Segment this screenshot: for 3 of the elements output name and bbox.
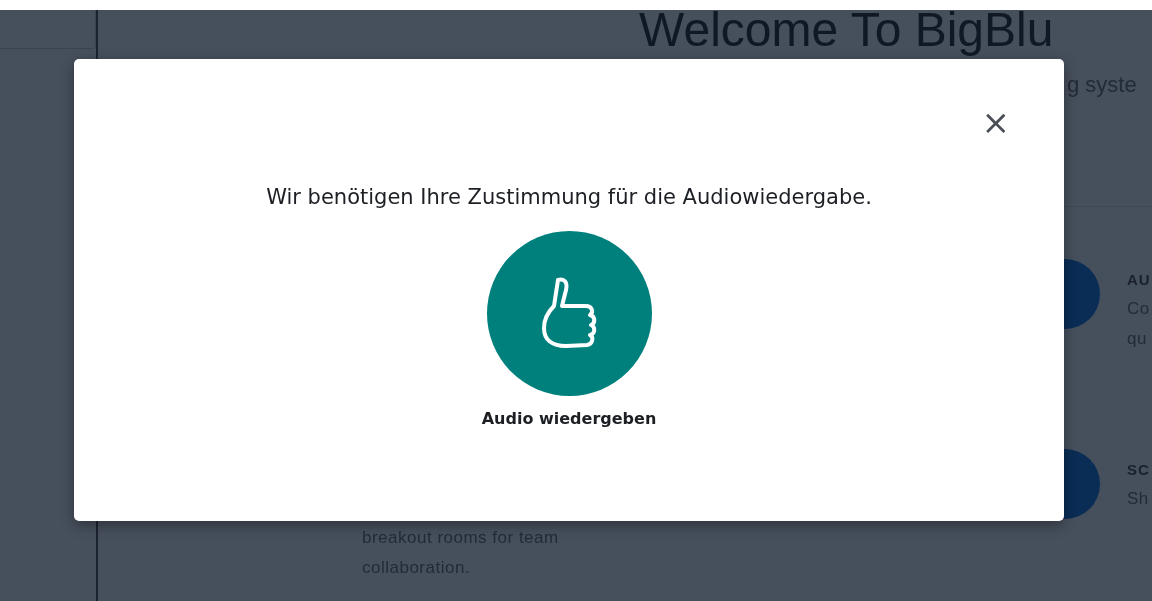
close-button[interactable]: × [977,105,1014,139]
page-heading: Welcome To BigBlu [639,10,1055,54]
dialog-title: Wir benötigen Ihre Zustimmung für die Audiowiedergabe. [266,185,872,209]
